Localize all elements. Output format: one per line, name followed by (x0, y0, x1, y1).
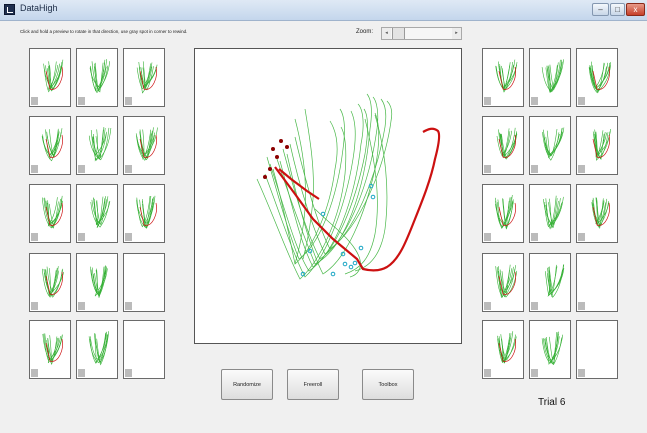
rewind-grip-icon[interactable] (31, 369, 38, 377)
zoom-right-arrow-icon[interactable]: ▸ (452, 28, 461, 39)
left-preview-r5-c1[interactable] (29, 320, 71, 379)
rewind-grip-icon[interactable] (578, 165, 585, 173)
right-preview-r3-c1[interactable] (482, 184, 524, 243)
right-preview-r4-c1[interactable] (482, 253, 524, 312)
instruction-text: Click and hold a preview to rotate in th… (20, 29, 188, 34)
left-preview-r2-c3[interactable] (123, 116, 165, 175)
randomize-button[interactable]: Randomize (221, 369, 273, 400)
left-preview-r1-c3[interactable] (123, 48, 165, 107)
rewind-grip-icon[interactable] (31, 233, 38, 241)
right-preview-r3-c2[interactable] (529, 184, 571, 243)
rewind-grip-icon[interactable] (125, 302, 132, 310)
right-preview-r1-c3[interactable] (576, 48, 618, 107)
rewind-grip-icon[interactable] (31, 302, 38, 310)
rewind-grip-icon[interactable] (125, 369, 132, 377)
right-preview-r2-c2[interactable] (529, 116, 571, 175)
left-preview-r1-c1[interactable] (29, 48, 71, 107)
rewind-grip-icon[interactable] (78, 97, 85, 105)
rewind-grip-icon[interactable] (531, 302, 538, 310)
right-preview-r2-c1[interactable] (482, 116, 524, 175)
left-preview-r5-c2[interactable] (76, 320, 118, 379)
rewind-grip-icon[interactable] (484, 369, 491, 377)
rewind-grip-icon[interactable] (125, 97, 132, 105)
rewind-grip-icon[interactable] (78, 369, 85, 377)
close-button[interactable]: x (626, 3, 645, 16)
toolbox-button[interactable]: Toolbox (362, 369, 414, 400)
maximize-button[interactable]: □ (610, 3, 625, 16)
zoom-slider[interactable]: ◂ ▸ (381, 27, 462, 40)
right-preview-r3-c3[interactable] (576, 184, 618, 243)
rewind-grip-icon[interactable] (578, 97, 585, 105)
rewind-grip-icon[interactable] (78, 302, 85, 310)
rewind-grip-icon[interactable] (531, 165, 538, 173)
window-title: DataHigh (20, 3, 58, 13)
rewind-grip-icon[interactable] (78, 165, 85, 173)
zoom-slider-thumb[interactable] (392, 28, 405, 39)
left-preview-r3-c3[interactable] (123, 184, 165, 243)
title-bar: DataHigh – □ x (0, 0, 647, 21)
rewind-grip-icon[interactable] (578, 233, 585, 241)
rewind-grip-icon[interactable] (484, 233, 491, 241)
left-preview-r3-c2[interactable] (76, 184, 118, 243)
rewind-grip-icon[interactable] (31, 97, 38, 105)
left-preview-r2-c1[interactable] (29, 116, 71, 175)
right-preview-r2-c3[interactable] (576, 116, 618, 175)
rewind-grip-icon[interactable] (531, 369, 538, 377)
rewind-grip-icon[interactable] (484, 97, 491, 105)
left-preview-r4-c2[interactable] (76, 253, 118, 312)
minimize-button[interactable]: – (592, 3, 609, 16)
right-preview-r4-c2[interactable] (529, 253, 571, 312)
main-trajectory-plot (256, 93, 441, 280)
main-trajectory-view[interactable] (194, 48, 462, 344)
right-preview-r1-c2[interactable] (529, 48, 571, 107)
right-preview-r5-c3[interactable] (576, 320, 618, 379)
rewind-grip-icon[interactable] (125, 165, 132, 173)
app-icon (4, 4, 15, 15)
trial-label: Trial 6 (538, 397, 566, 408)
rewind-grip-icon[interactable] (578, 302, 585, 310)
zoom-label: Zoom: (356, 29, 374, 35)
left-preview-r1-c2[interactable] (76, 48, 118, 107)
rewind-grip-icon[interactable] (78, 233, 85, 241)
rewind-grip-icon[interactable] (578, 369, 585, 377)
rewind-grip-icon[interactable] (31, 165, 38, 173)
left-preview-r5-c3[interactable] (123, 320, 165, 379)
right-preview-r5-c2[interactable] (529, 320, 571, 379)
freeroll-button[interactable]: Freeroll (287, 369, 339, 400)
rewind-grip-icon[interactable] (531, 233, 538, 241)
rewind-grip-icon[interactable] (484, 165, 491, 173)
rewind-grip-icon[interactable] (531, 97, 538, 105)
right-preview-r4-c3[interactable] (576, 253, 618, 312)
zoom-left-arrow-icon[interactable]: ◂ (382, 28, 391, 39)
right-preview-r1-c1[interactable] (482, 48, 524, 107)
left-preview-r4-c1[interactable] (29, 253, 71, 312)
rewind-grip-icon[interactable] (125, 233, 132, 241)
right-preview-r5-c1[interactable] (482, 320, 524, 379)
left-preview-r2-c2[interactable] (76, 116, 118, 175)
left-preview-r3-c1[interactable] (29, 184, 71, 243)
left-preview-r4-c3[interactable] (123, 253, 165, 312)
rewind-grip-icon[interactable] (484, 302, 491, 310)
